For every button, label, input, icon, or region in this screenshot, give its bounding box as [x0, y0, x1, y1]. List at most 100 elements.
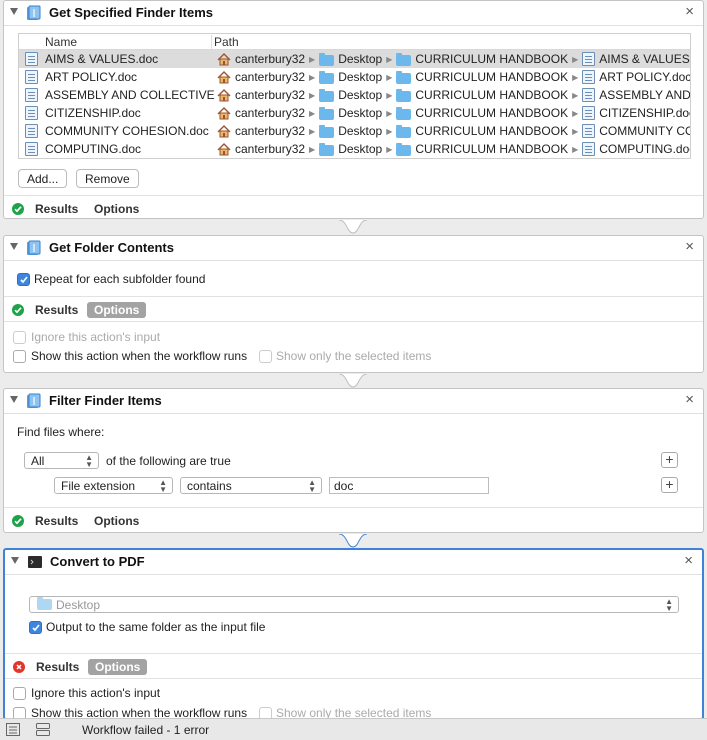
document-icon	[582, 70, 596, 84]
status-bar: Workflow failed - 1 error	[0, 718, 707, 740]
column-header-name[interactable]: Name	[45, 35, 77, 49]
document-icon	[25, 52, 38, 66]
updown-icon: ▲ ▼	[85, 453, 93, 469]
options-tab[interactable]: Options	[88, 659, 148, 675]
criteria-value-field[interactable]: doc	[329, 477, 489, 494]
file-path: canterbury32 ▶ Desktop ▶ CURRICULUM HANDBOOK…	[217, 88, 691, 102]
results-tab[interactable]: Results	[28, 513, 85, 529]
folder-icon	[396, 52, 412, 66]
add-criteria-row-button[interactable]: +	[661, 477, 678, 493]
table-row[interactable]: AIMS & VALUES.doc canterbury32 ▶ Desktop ▶ CU…	[19, 50, 690, 68]
home-icon	[217, 106, 231, 120]
updown-icon: ▲ ▼	[665, 597, 673, 613]
file-path: canterbury32 ▶ Desktop ▶ CURRICULUM HANDBOOK…	[217, 142, 690, 156]
close-icon[interactable]: ×	[685, 3, 694, 20]
document-icon	[582, 124, 596, 138]
table-row[interactable]: COMPUTING.doc canterbury32 ▶ Desktop ▶ CURRIC…	[19, 140, 690, 158]
log-view-icon[interactable]	[36, 723, 50, 736]
home-icon	[217, 52, 231, 66]
results-tab[interactable]: Results	[29, 659, 86, 675]
action-get-specified-finder-items[interactable]: Get Specified Finder Items × Name Path A…	[3, 0, 704, 219]
path-segment-label: ASSEMBLY AND COLLECTIVE	[599, 88, 691, 102]
same-folder-checkbox[interactable]	[29, 621, 42, 634]
results-tab[interactable]: Results	[28, 201, 85, 217]
action-footer: Results Options	[4, 507, 703, 533]
document-icon	[582, 106, 596, 120]
action-footer: Results Options	[4, 195, 703, 221]
disclosure-triangle-icon[interactable]	[10, 396, 18, 403]
list-view-icon[interactable]	[6, 723, 20, 736]
path-segment-label: Desktop	[338, 88, 383, 102]
path-segment: CURRICULUM HANDBOOK	[396, 142, 568, 156]
action-header: Filter Finder Items ×	[4, 389, 703, 414]
column-header-path[interactable]: Path	[211, 35, 239, 49]
file-table[interactable]: Name Path AIMS & VALUES.doc canterbury32 ▶…	[18, 33, 691, 159]
options-tab[interactable]: Options	[87, 201, 146, 217]
add-button[interactable]: Add...	[18, 169, 68, 188]
path-segment-label: canterbury32	[235, 106, 306, 120]
ignore-input-label: Ignore this action's input	[31, 330, 161, 344]
table-row[interactable]: ART POLICY.doc canterbury32 ▶ Desktop ▶ CURRI…	[19, 68, 690, 86]
action-get-folder-contents[interactable]: Get Folder Contents × Repeat for each su…	[3, 235, 704, 373]
path-segment: Desktop	[319, 88, 382, 102]
folder-icon	[37, 597, 52, 610]
document-icon	[25, 142, 38, 156]
table-row[interactable]: CITIZENSHIP.doc canterbury32 ▶ Desktop ▶ CURR…	[19, 104, 690, 122]
path-arrow-icon: ▶	[386, 126, 393, 136]
close-icon[interactable]: ×	[684, 552, 693, 569]
path-segment-label: Desktop	[338, 106, 383, 120]
close-icon[interactable]: ×	[685, 391, 694, 408]
folder-icon	[396, 124, 412, 138]
close-icon[interactable]: ×	[685, 238, 694, 255]
success-icon	[12, 515, 24, 527]
show-selected-label: Show only the selected items	[276, 349, 432, 363]
disclosure-triangle-icon[interactable]	[10, 8, 18, 15]
file-name: ASSEMBLY AND COLLECTIVE	[45, 88, 215, 102]
path-arrow-icon: ▶	[572, 108, 579, 118]
table-row[interactable]: ASSEMBLY AND COLLECTIVE canterbury32 ▶ Desk…	[19, 86, 690, 104]
attribute-popup[interactable]: File extension ▲ ▼	[54, 477, 173, 494]
destination-folder-popup[interactable]: Desktop ▲ ▼	[29, 596, 679, 613]
path-arrow-icon: ▶	[572, 126, 579, 136]
remove-button[interactable]: Remove	[76, 169, 139, 188]
file-path: canterbury32 ▶ Desktop ▶ CURRICULUM HANDBOOK…	[217, 52, 690, 66]
finder-icon	[27, 240, 41, 255]
path-arrow-icon: ▶	[309, 144, 316, 154]
path-segment-label: canterbury32	[235, 88, 306, 102]
path-segment-label: CITIZENSHIP.doc	[599, 106, 691, 120]
file-path: canterbury32 ▶ Desktop ▶ CURRICULUM HANDBOOK…	[217, 70, 690, 84]
same-folder-label: Output to the same folder as the input f…	[46, 620, 266, 634]
file-name: COMPUTING.doc	[45, 142, 142, 156]
results-tab[interactable]: Results	[28, 302, 85, 318]
options-tab[interactable]: Options	[87, 513, 146, 529]
folder-icon	[319, 124, 335, 138]
table-row[interactable]: COMMUNITY COHESION.doc canterbury32 ▶ Deskt…	[19, 122, 690, 140]
path-arrow-icon: ▶	[572, 144, 579, 154]
operator-popup[interactable]: contains ▲ ▼	[180, 477, 322, 494]
action-footer: Results Options	[4, 296, 703, 322]
path-segment-label: Desktop	[338, 142, 383, 156]
path-segment-label: COMMUNITY COHESION.doc	[599, 124, 690, 138]
file-name: CITIZENSHIP.doc	[45, 106, 141, 120]
path-segment: Desktop	[319, 124, 382, 138]
show-selected-checkbox[interactable]	[259, 350, 272, 363]
repeat-subfolders-checkbox[interactable]	[17, 273, 30, 286]
options-tab[interactable]: Options	[87, 302, 147, 318]
path-segment-label: canterbury32	[235, 124, 306, 138]
finder-icon	[27, 5, 41, 20]
updown-icon: ▲ ▼	[308, 478, 316, 494]
path-segment-label: Desktop	[338, 52, 383, 66]
ignore-input-checkbox[interactable]	[13, 331, 26, 344]
ignore-input-checkbox[interactable]	[13, 687, 26, 700]
path-segment: CITIZENSHIP.doc	[582, 106, 691, 120]
home-icon	[217, 124, 231, 138]
add-criteria-button[interactable]: +	[661, 452, 678, 468]
show-action-checkbox[interactable]	[13, 350, 26, 363]
action-convert-to-pdf[interactable]: Convert to PDF × Desktop ▲ ▼ Output to th…	[3, 548, 704, 720]
document-icon	[582, 142, 596, 156]
disclosure-triangle-icon[interactable]	[10, 243, 18, 250]
match-popup[interactable]: All ▲ ▼	[24, 452, 99, 469]
repeat-subfolders-label: Repeat for each subfolder found	[34, 272, 206, 286]
disclosure-triangle-icon[interactable]	[11, 557, 19, 564]
action-filter-finder-items[interactable]: Filter Finder Items × Find files where: …	[3, 388, 704, 533]
